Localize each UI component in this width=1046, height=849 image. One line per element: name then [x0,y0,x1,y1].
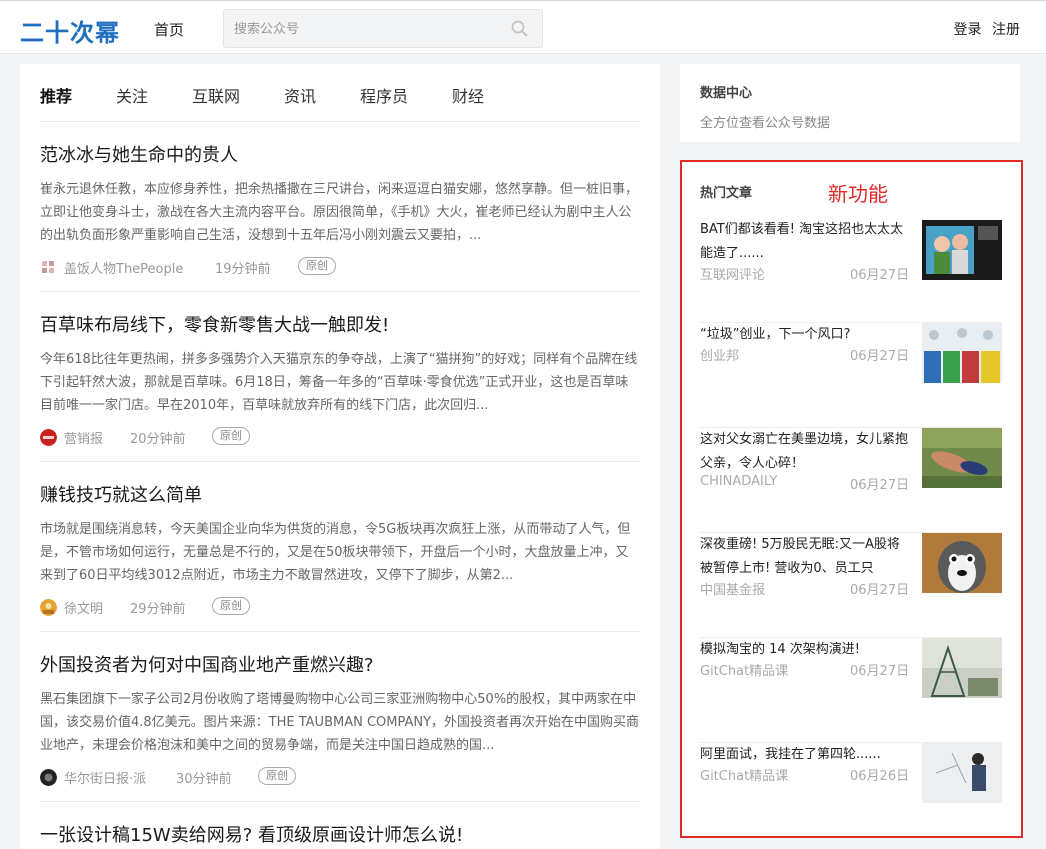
original-badge: 原创 [258,767,296,785]
hot-article-item[interactable]: “垃圾”创业，下一个风口? 创业邦 06月27日 [700,323,1002,428]
data-center-subtitle[interactable]: 全方位查看公众号数据 [700,112,830,131]
article-summary: 市场就是围绕消息转，今天美国企业向华为供货的消息，令5G板块再次疯狂上涨，从而带… [40,522,631,583]
top-header: 二十次幂 首页 登录 注册 [0,0,1046,54]
search-input[interactable] [234,19,494,39]
source-avatar-icon [42,261,54,273]
source-avatar-icon [40,769,57,786]
hot-article-item[interactable]: BAT们都该看看! 淘宝这招也太太太能造了...... 互联网评论 06月27日 [700,218,1002,323]
article-thumbnail[interactable] [922,428,1002,488]
new-feature-label: 新功能 [828,182,888,206]
article-meta: 华尔街日报·派 30分钟前 原创 [40,767,640,787]
article-title[interactable]: 外国投资者为何对中国商业地产重燃兴趣? [40,654,640,678]
article-item[interactable]: 一张设计稿15W卖给网易? 看顶级原画设计师怎么说! [40,824,640,849]
article-summary: 崔永元退休任教，本应修身养性，把余热播撒在三尺讲台，闲来逗逗白猫安娜，悠然享静。… [40,182,639,243]
tab-internet[interactable]: 互联网 [192,83,240,107]
article-item[interactable]: 赚钱技巧就这么简单 市场就是围绕消息转，今天美国企业向华为供货的消息，令5G板块… [40,484,640,632]
hot-article-item[interactable]: 这对父女溺亡在美墨边境，女儿紧抱父亲，令人心碎！ CHINADAILY 06月2… [700,428,1002,533]
article-title[interactable]: 一张设计稿15W卖给网易? 看顶级原画设计师怎么说! [40,824,640,848]
register-link[interactable]: 注册 [992,22,1020,38]
article-summary: 黑石集团旗下一家子公司2月份收购了塔博曼购物中心公司三家亚洲购物中心50%的股权… [40,692,640,753]
hot-article-source: GitChat精品课 [700,664,789,679]
hot-article-item[interactable]: 模拟淘宝的 14 次架构演进! GitChat精品课 06月27日 [700,638,1002,743]
nav-home-link[interactable]: 首页 [154,19,184,40]
article-item[interactable]: 外国投资者为何对中国商业地产重燃兴趣? 黑石集团旗下一家子公司2月份收购了塔博曼… [40,654,640,802]
article-time: 29分钟前 [130,602,186,617]
hot-article-source: 创业邦 [700,349,740,364]
article-item[interactable]: 范冰冰与她生命中的贵人 崔永元退休任教，本应修身养性，把余热播撒在三尺讲台，闲来… [40,144,640,292]
tab-following[interactable]: 关注 [116,83,148,107]
hot-article-item[interactable]: 阿里面试，我挂在了第四轮...... GitChat精品课 06月26日 [700,743,1002,848]
hot-article-date: 06月27日 [850,478,910,493]
article-title[interactable]: 范冰冰与她生命中的贵人 [40,144,640,168]
article-time: 20分钟前 [130,432,186,447]
tab-finance[interactable]: 财经 [452,83,484,107]
data-center-title: 数据中心 [700,86,753,101]
article-source[interactable]: 华尔街日报·派 [64,768,146,787]
hot-article-date: 06月27日 [850,268,910,283]
site-logo[interactable]: 二十次幂 [20,13,120,48]
hot-article-date: 06月27日 [850,349,910,364]
hot-articles-panel: 热门文章 新功能 BAT们都该看看! 淘宝这招也太太太能造了...... 互联网… [680,160,1023,838]
article-title[interactable]: 赚钱技巧就这么简单 [40,484,640,508]
article-summary: 今年618比往年更热闹，拼多多强势介入天猫京东的争夺战，上演了“猫拼狗”的好戏；… [40,352,638,413]
original-badge: 原创 [298,257,336,275]
hot-article-source: CHINADAILY [700,474,778,489]
hot-article-item[interactable]: 深夜重磅! 5万股民无眠:又一A股将被暂停上市! 营收为0、员工只 中国基金报 … [700,533,1002,638]
hot-article-date: 06月26日 [850,769,910,784]
article-source[interactable]: 盖饭人物ThePeople [64,258,183,277]
article-time: 30分钟前 [176,772,232,787]
article-feed: 推荐 关注 互联网 资讯 程序员 财经 范冰冰与她生命中的贵人 崔永元退休任教，… [20,64,660,849]
tab-recommended[interactable]: 推荐 [40,83,72,107]
source-avatar-icon [40,429,57,446]
article-item[interactable]: 百草味布局线下，零食新零售大战一触即发! 今年618比往年更热闹，拼多多强势介入… [40,314,640,462]
hot-article-title[interactable]: 这对父女溺亡在美墨边境，女儿紧抱父亲，令人心碎！ [700,428,912,476]
hot-article-date: 06月27日 [850,583,910,598]
original-badge: 原创 [212,427,250,445]
hot-article-source: 互联网评论 [700,268,766,283]
article-title[interactable]: 百草味布局线下，零食新零售大战一触即发! [40,314,640,338]
hot-article-source: 中国基金报 [700,583,766,598]
auth-links: 登录 注册 [948,19,1020,39]
article-meta: 营销报 20分钟前 原创 [40,427,640,447]
hot-article-date: 06月27日 [850,664,910,679]
article-thumbnail[interactable] [922,638,1002,698]
hot-article-source: GitChat精品课 [700,769,789,784]
article-thumbnail[interactable] [922,220,1002,280]
login-link[interactable]: 登录 [954,22,982,38]
source-avatar-icon [40,599,57,616]
hot-articles-title: 热门文章 [700,186,753,201]
tab-programmer[interactable]: 程序员 [360,83,408,107]
article-time: 19分钟前 [215,262,271,277]
data-center-panel[interactable]: 数据中心 全方位查看公众号数据 [680,64,1020,142]
article-source[interactable]: 营销报 [64,428,103,447]
article-meta: 徐文明 29分钟前 原创 [40,597,640,617]
article-source[interactable]: 徐文明 [64,598,103,617]
tab-news[interactable]: 资讯 [284,83,316,107]
article-thumbnail[interactable] [922,323,1002,383]
article-thumbnail[interactable] [922,743,1002,803]
hot-article-title[interactable]: 深夜重磅! 5万股民无眠:又一A股将被暂停上市! 营收为0、员工只 [700,533,912,581]
article-thumbnail[interactable] [922,533,1002,593]
search-icon[interactable] [511,20,528,37]
search-box [223,9,543,48]
category-tabs: 推荐 关注 互联网 资讯 程序员 财经 [40,64,640,122]
hot-article-title[interactable]: BAT们都该看看! 淘宝这招也太太太能造了...... [700,218,912,266]
article-meta: 盖饭人物ThePeople 19分钟前 原创 [40,257,640,277]
original-badge: 原创 [212,597,250,615]
